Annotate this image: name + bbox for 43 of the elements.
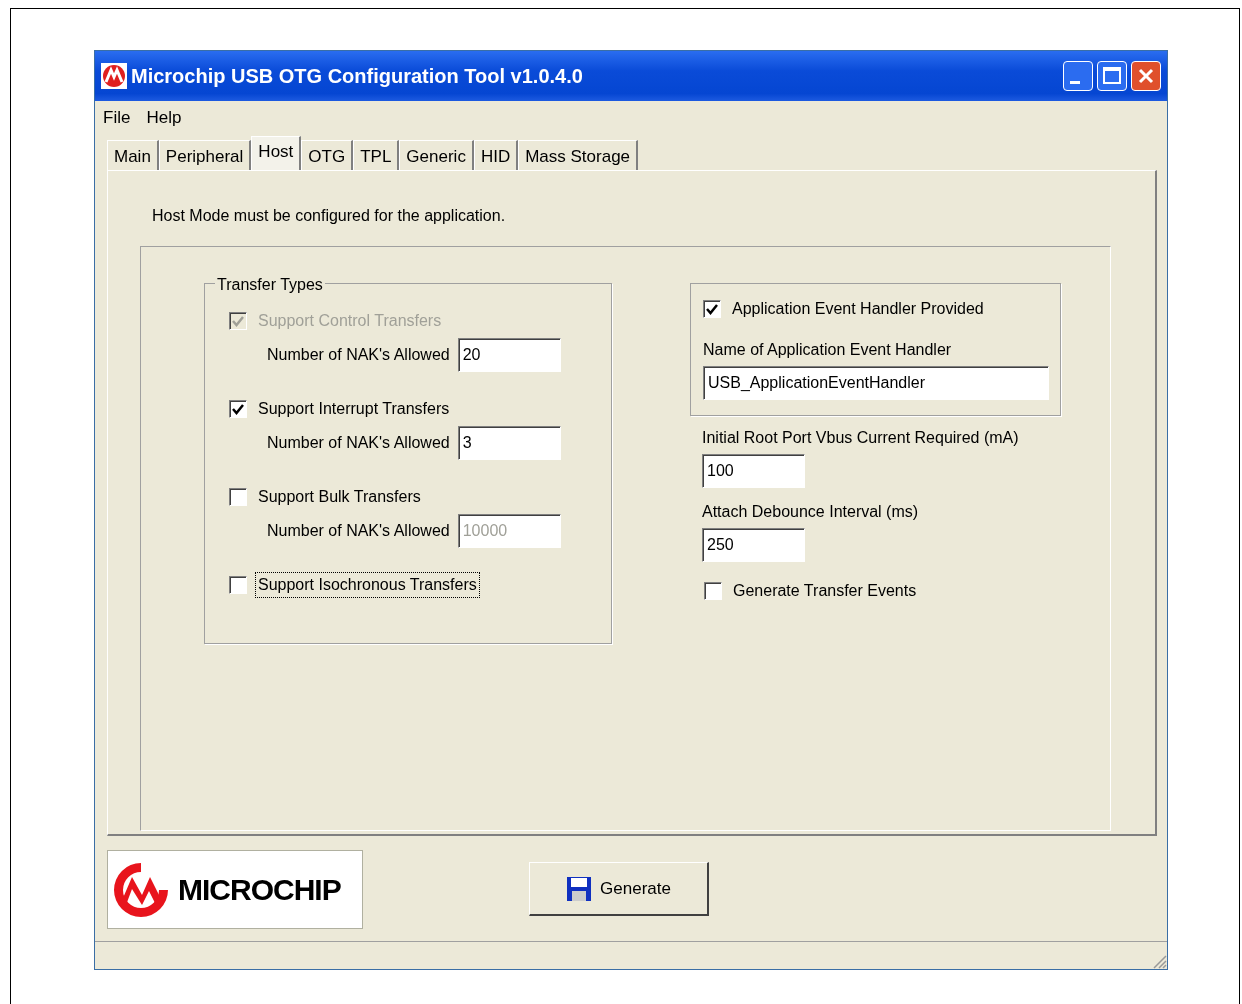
field-label: Attach Debounce Interval (ms) — [702, 502, 920, 523]
tab[interactable]: Generic — [399, 140, 474, 171]
checkbox[interactable] — [703, 300, 721, 319]
field-label: Number of NAK's Allowed — [267, 433, 450, 454]
maximize-button[interactable] — [1097, 60, 1127, 91]
tab[interactable]: Peripheral — [158, 140, 252, 171]
input-field[interactable]: 250 — [702, 528, 805, 563]
field-label: Number of NAK's Allowed — [267, 345, 450, 366]
field-label: Initial Root Port Vbus Current Required (mA) — [702, 428, 1020, 449]
checkbox-label[interactable]: Generate Transfer Events — [730, 578, 920, 605]
logo-icon — [112, 860, 170, 919]
tab[interactable]: Main — [107, 140, 159, 171]
checkbox-label[interactable]: Support Isochronous Transfers — [255, 572, 480, 599]
input-field[interactable]: 3 — [457, 426, 561, 461]
tab[interactable]: OTG — [301, 140, 354, 171]
minimize-icon — [1070, 81, 1080, 85]
input-field[interactable]: USB_ApplicationEventHandler — [703, 366, 1049, 401]
checkbox-label[interactable]: Application Event Handler Provided — [729, 296, 987, 323]
window-title: Microchip USB OTG Configuration Tool v1.0.4.0 — [131, 63, 584, 89]
logo-text: MICROCHIP — [178, 872, 341, 909]
close-button[interactable] — [1131, 60, 1161, 91]
tab[interactable]: HID — [473, 140, 519, 171]
minimize-button[interactable] — [1063, 60, 1093, 91]
checkbox[interactable] — [229, 488, 247, 507]
checkbox[interactable] — [229, 400, 247, 419]
input-field[interactable]: 100 — [702, 454, 805, 489]
menu-item[interactable]: Help — [138, 104, 190, 131]
checkbox-label[interactable]: Support Interrupt Transfers — [255, 396, 453, 423]
maximize-icon — [1103, 67, 1121, 85]
menu-item[interactable]: File — [95, 104, 139, 131]
checkbox-label[interactable]: Support Bulk Transfers — [255, 484, 424, 511]
field-label: Number of NAK's Allowed — [267, 521, 450, 542]
generate-button[interactable]: Generate — [529, 862, 709, 917]
tab[interactable]: Mass Storage — [518, 140, 639, 171]
tab[interactable]: Host — [251, 136, 302, 171]
resize-grip-icon — [1151, 953, 1167, 969]
tab[interactable]: TPL — [353, 140, 400, 171]
field-label: Name of Application Event Handler — [703, 340, 953, 361]
checkbox[interactable] — [704, 582, 722, 601]
close-icon — [1138, 67, 1154, 84]
intro-text: Host Mode must be configured for the application. — [152, 206, 507, 227]
checkbox[interactable] — [229, 576, 247, 595]
app-logo-icon — [101, 62, 127, 89]
